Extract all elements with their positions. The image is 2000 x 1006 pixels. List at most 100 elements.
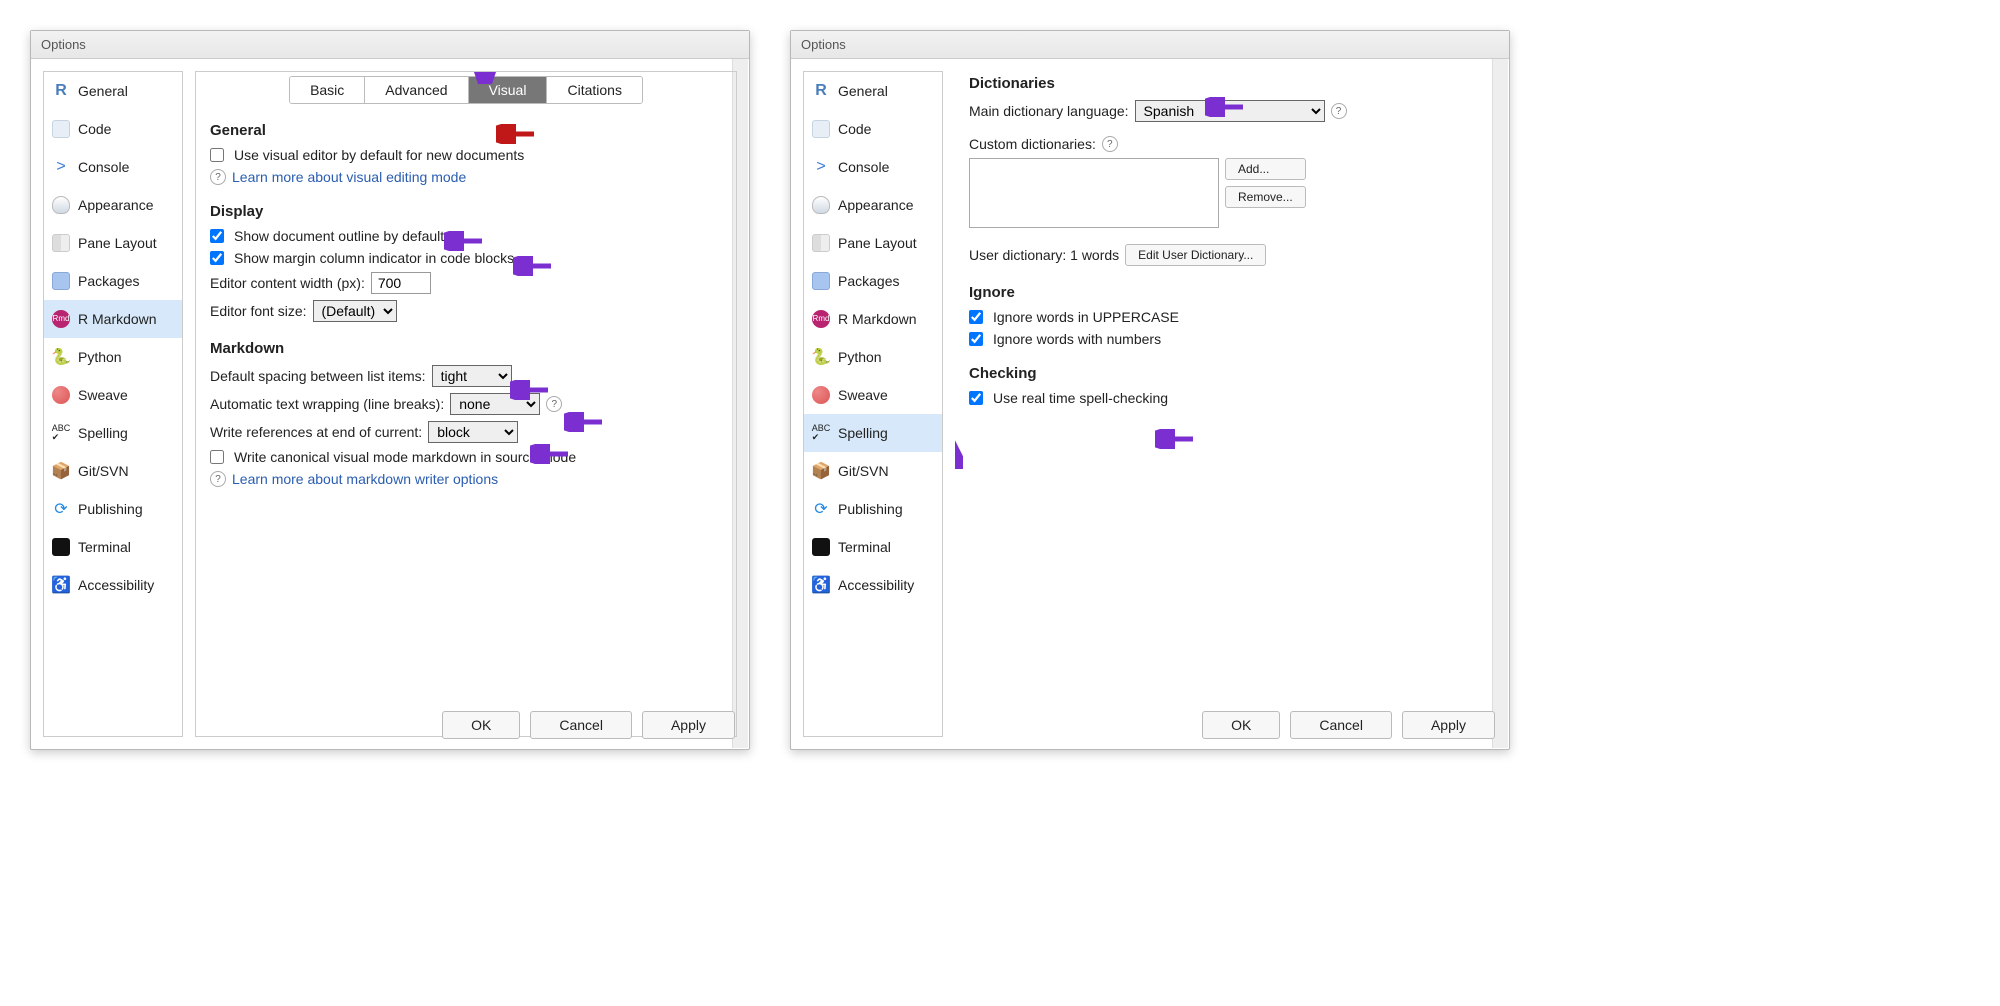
help-icon[interactable]: ? <box>1331 103 1347 119</box>
sidebar-item-git[interactable]: 📦Git/SVN <box>44 452 182 490</box>
sidebar-item-console[interactable]: >Console <box>804 148 942 186</box>
python-icon: 🐍 <box>52 348 70 366</box>
tab-basic[interactable]: Basic <box>290 77 365 103</box>
sidebar-item-general[interactable]: RGeneral <box>44 72 182 110</box>
help-icon[interactable]: ? <box>210 471 226 487</box>
sidebar-item-label: R Markdown <box>78 311 157 327</box>
learn-markdown-link[interactable]: Learn more about markdown writer options <box>232 471 498 487</box>
ignore-upper-checkbox[interactable] <box>969 310 983 324</box>
tab-citations[interactable]: Citations <box>547 77 641 103</box>
section-markdown: Markdown <box>210 340 722 357</box>
sidebar-item-packages[interactable]: Packages <box>804 262 942 300</box>
rmd-icon: Rmd <box>812 310 830 328</box>
show-margin-checkbox[interactable] <box>210 251 224 265</box>
tab-advanced[interactable]: Advanced <box>365 77 468 103</box>
sidebar-item-python[interactable]: 🐍 Python <box>44 338 182 376</box>
cancel-button[interactable]: Cancel <box>1290 711 1392 739</box>
box-icon: 📦 <box>812 462 830 480</box>
sidebar-item-sweave[interactable]: Sweave <box>804 376 942 414</box>
sidebar-item-packages[interactable]: Packages <box>44 262 182 300</box>
cancel-button[interactable]: Cancel <box>530 711 632 739</box>
sidebar-item-console[interactable]: >Console <box>44 148 182 186</box>
sidebar-item-label: R Markdown <box>838 311 917 327</box>
sidebar-item-accessibility[interactable]: ♿Accessibility <box>804 566 942 604</box>
wrapping-label: Automatic text wrapping (line breaks): <box>210 396 444 412</box>
sidebar-item-pane-layout[interactable]: Pane Layout <box>44 224 182 262</box>
code-icon <box>812 120 830 138</box>
content-width-label: Editor content width (px): <box>210 275 365 291</box>
canonical-checkbox[interactable] <box>210 450 224 464</box>
remove-dict-button[interactable]: Remove... <box>1225 186 1306 208</box>
apply-button[interactable]: Apply <box>642 711 735 739</box>
sidebar-item-rmarkdown[interactable]: Rmd R Markdown <box>44 300 182 338</box>
sidebar-item-label: Python <box>78 349 122 365</box>
rmd-icon: Rmd <box>52 310 70 328</box>
learn-visual-link[interactable]: Learn more about visual editing mode <box>232 169 466 185</box>
box-icon: 📦 <box>52 462 70 480</box>
tab-visual[interactable]: Visual <box>469 77 548 103</box>
realtime-checkbox[interactable] <box>969 391 983 405</box>
sidebar-item-terminal[interactable]: Terminal <box>804 528 942 566</box>
sidebar-item-appearance[interactable]: Appearance <box>44 186 182 224</box>
ok-button[interactable]: OK <box>1202 711 1280 739</box>
apply-button[interactable]: Apply <box>1402 711 1495 739</box>
dialog-title: Options <box>791 31 1509 59</box>
r-logo-icon: R <box>52 82 70 100</box>
sidebar-item-terminal[interactable]: Terminal <box>44 528 182 566</box>
help-icon[interactable]: ? <box>546 396 562 412</box>
console-icon: > <box>812 158 830 176</box>
sidebar-item-python[interactable]: 🐍Python <box>804 338 942 376</box>
help-icon[interactable]: ? <box>1102 136 1118 152</box>
sidebar-item-publishing[interactable]: ⟳Publishing <box>44 490 182 528</box>
refs-select[interactable]: block <box>428 421 518 443</box>
sidebar-item-code[interactable]: Code <box>804 110 942 148</box>
packages-icon <box>52 272 70 290</box>
sidebar-item-general[interactable]: RGeneral <box>804 72 942 110</box>
sidebar-item-label: Publishing <box>78 501 143 517</box>
annotation-arrow <box>1155 429 1195 449</box>
edit-user-dict-button[interactable]: Edit User Dictionary... <box>1125 244 1266 266</box>
add-dict-button[interactable]: Add... <box>1225 158 1306 180</box>
sidebar-item-spelling[interactable]: ABC✔Spelling <box>44 414 182 452</box>
sidebar-item-git[interactable]: 📦Git/SVN <box>804 452 942 490</box>
sidebar-item-code[interactable]: Code <box>44 110 182 148</box>
sidebar-item-label: Terminal <box>838 539 891 555</box>
spacing-select[interactable]: tight <box>432 365 512 387</box>
annotation-arrow <box>955 421 963 469</box>
visual-default-checkbox[interactable] <box>210 148 224 162</box>
sidebar-item-label: Python <box>838 349 882 365</box>
help-icon[interactable]: ? <box>210 169 226 185</box>
sidebar-item-pane-layout[interactable]: Pane Layout <box>804 224 942 262</box>
sidebar-item-label: Pane Layout <box>78 235 157 251</box>
spelling-icon: ABC✔ <box>52 424 70 442</box>
options-dialog-right: Options RGeneral Code >Console Appearanc… <box>790 30 1510 750</box>
pane-layout-icon <box>812 234 830 252</box>
main-dict-select[interactable]: Spanish <box>1135 100 1325 122</box>
sidebar-item-label: Console <box>78 159 129 175</box>
section-display: Display <box>210 203 722 220</box>
custom-dict-listbox[interactable] <box>969 158 1219 228</box>
visual-default-label: Use visual editor by default for new doc… <box>234 147 524 163</box>
show-outline-checkbox[interactable] <box>210 229 224 243</box>
font-size-select[interactable]: (Default) <box>313 300 397 322</box>
sidebar-item-label: Appearance <box>78 197 154 213</box>
sidebar-item-label: Terminal <box>78 539 131 555</box>
content-width-input[interactable] <box>371 272 431 294</box>
sidebar-item-spelling[interactable]: ABC✔Spelling <box>804 414 942 452</box>
ignore-numbers-checkbox[interactable] <box>969 332 983 346</box>
sidebar-item-label: Code <box>838 121 871 137</box>
packages-icon <box>812 272 830 290</box>
sidebar-item-sweave[interactable]: Sweave <box>44 376 182 414</box>
realtime-label: Use real time spell-checking <box>993 390 1168 406</box>
sidebar-item-accessibility[interactable]: ♿Accessibility <box>44 566 182 604</box>
dialog-title: Options <box>31 31 749 59</box>
terminal-icon <box>52 538 70 556</box>
code-icon <box>52 120 70 138</box>
sidebar-item-publishing[interactable]: ⟳Publishing <box>804 490 942 528</box>
ok-button[interactable]: OK <box>442 711 520 739</box>
sidebar-item-appearance[interactable]: Appearance <box>804 186 942 224</box>
wrapping-select[interactable]: none <box>450 393 540 415</box>
show-outline-label: Show document outline by default <box>234 228 444 244</box>
sidebar-item-label: Packages <box>838 273 899 289</box>
sidebar-item-rmarkdown[interactable]: Rmd R Markdown <box>804 300 942 338</box>
